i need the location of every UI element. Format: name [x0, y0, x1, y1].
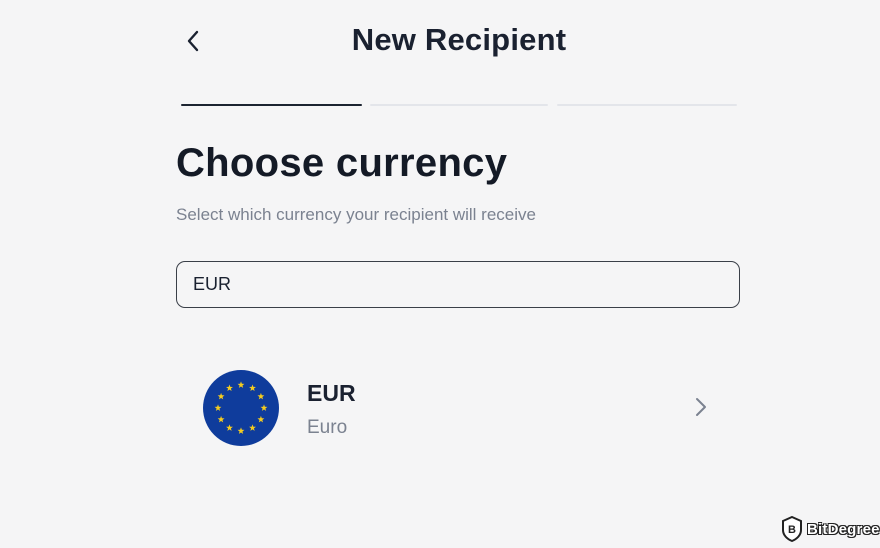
progress-step-1 [181, 104, 362, 106]
eu-flag-icon [203, 370, 279, 446]
page-title: New Recipient [351, 22, 567, 57]
currency-search-input[interactable] [177, 262, 739, 307]
watermark: B BitDegree [781, 516, 880, 542]
currency-name: Euro [307, 417, 348, 438]
currency-code: EUR [307, 380, 356, 406]
currency-option-eur[interactable]: EUR Euro [190, 360, 730, 456]
progress-step-2 [370, 104, 548, 106]
section-heading: Choose currency [176, 141, 508, 185]
bitdegree-logo-icon: B [782, 516, 802, 542]
progress-step-3 [557, 104, 737, 106]
section-subheading: Select which currency your recipient wil… [176, 205, 536, 224]
svg-text:B: B [788, 524, 796, 536]
watermark-text: BitDegree [807, 520, 880, 538]
currency-search-field[interactable] [176, 261, 740, 308]
chevron-right-icon [696, 398, 706, 416]
